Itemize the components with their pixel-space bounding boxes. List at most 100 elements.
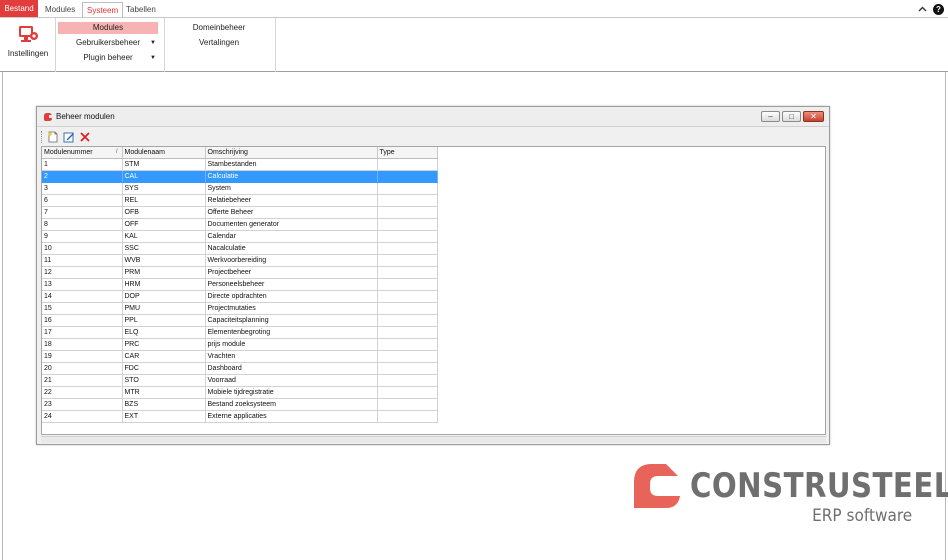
cell-type[interactable] xyxy=(377,158,438,172)
cell-modulenaam[interactable]: PPL xyxy=(122,314,206,328)
cell-modulenaam[interactable]: STM xyxy=(122,158,206,172)
cell-omschrijving[interactable]: Mobiele tijdregistratie xyxy=(205,386,378,400)
cell-modulenummer[interactable]: 15 xyxy=(42,302,123,316)
ribbon-item-plugin-beheer[interactable]: Plugin beheer ▼ xyxy=(58,52,158,64)
table-row[interactable]: 23 BZS Bestand zoeksysteem xyxy=(42,398,438,412)
help-icon[interactable]: ? xyxy=(933,3,944,15)
cell-modulenaam[interactable]: SSC xyxy=(122,242,206,256)
cell-modulenummer[interactable]: 16 xyxy=(42,314,123,328)
cell-modulenaam[interactable]: OFB xyxy=(122,206,206,220)
cell-modulenummer[interactable]: 11 xyxy=(42,254,123,268)
cell-omschrijving[interactable]: Stambestanden xyxy=(205,158,378,172)
settings-button[interactable]: Instellingen xyxy=(4,22,52,68)
edit-record-icon[interactable] xyxy=(63,131,75,143)
cell-modulenaam[interactable]: REL xyxy=(122,194,206,208)
cell-type[interactable] xyxy=(377,338,438,352)
cell-modulenaam[interactable]: CAR xyxy=(122,350,206,364)
cell-modulenummer[interactable]: 18 xyxy=(42,338,123,352)
cell-modulenummer[interactable]: 24 xyxy=(42,410,123,424)
table-row[interactable]: 15 PMU Projectmutaties xyxy=(42,302,438,316)
delete-record-icon[interactable] xyxy=(79,131,91,143)
cell-type[interactable] xyxy=(377,398,438,412)
table-row[interactable]: 22 MTR Mobiele tijdregistratie xyxy=(42,386,438,400)
table-row[interactable]: 19 CAR Vrachten xyxy=(42,350,438,364)
ribbon-item-modules[interactable]: Modules xyxy=(58,22,158,34)
cell-omschrijving[interactable]: Directe opdrachten xyxy=(205,290,378,304)
cell-modulenummer[interactable]: 9 xyxy=(42,230,123,244)
cell-modulenaam[interactable]: PRM xyxy=(122,266,206,280)
table-row[interactable]: 8 OFF Documenten generator xyxy=(42,218,438,232)
cell-type[interactable] xyxy=(377,266,438,280)
cell-type[interactable] xyxy=(377,254,438,268)
minimize-button[interactable]: – xyxy=(761,111,780,122)
column-header-type[interactable]: Type xyxy=(377,147,438,160)
cell-omschrijving[interactable]: Bestand zoeksysteem xyxy=(205,398,378,412)
cell-omschrijving[interactable]: Nacalculatie xyxy=(205,242,378,256)
cell-modulenummer[interactable]: 23 xyxy=(42,398,123,412)
table-row[interactable]: 17 ELQ Elementenbegroting xyxy=(42,326,438,340)
cell-omschrijving[interactable]: Elementenbegroting xyxy=(205,326,378,340)
cell-type[interactable] xyxy=(377,206,438,220)
cell-modulenummer[interactable]: 7 xyxy=(42,206,123,220)
cell-omschrijving[interactable]: Offerte Beheer xyxy=(205,206,378,220)
cell-modulenaam[interactable]: MTR xyxy=(122,386,206,400)
table-row[interactable]: 7 OFB Offerte Beheer xyxy=(42,206,438,220)
collapse-ribbon-icon[interactable] xyxy=(918,6,927,13)
table-row[interactable]: 9 KAL Calendar xyxy=(42,230,438,244)
cell-omschrijving[interactable]: Dashboard xyxy=(205,362,378,376)
cell-omschrijving[interactable]: Relatiebeheer xyxy=(205,194,378,208)
cell-modulenaam[interactable]: DOP xyxy=(122,290,206,304)
table-row[interactable]: 20 FDC Dashboard xyxy=(42,362,438,376)
cell-type[interactable] xyxy=(377,182,438,196)
table-row[interactable]: 16 PPL Capaciteitsplanning xyxy=(42,314,438,328)
cell-omschrijving[interactable]: Projectbeheer xyxy=(205,266,378,280)
column-header-omschrijving[interactable]: Omschrijving xyxy=(205,147,378,160)
cell-modulenummer[interactable]: 21 xyxy=(42,374,123,388)
table-row[interactable]: 6 REL Relatiebeheer xyxy=(42,194,438,208)
cell-omschrijving[interactable]: Documenten generator xyxy=(205,218,378,232)
cell-modulenaam[interactable]: KAL xyxy=(122,230,206,244)
tab-modules[interactable]: Modules xyxy=(41,2,79,18)
cell-modulenaam[interactable]: WVB xyxy=(122,254,206,268)
cell-type[interactable] xyxy=(377,290,438,304)
cell-type[interactable] xyxy=(377,170,438,184)
restore-button[interactable]: □ xyxy=(782,111,801,122)
table-row[interactable]: 14 DOP Directe opdrachten xyxy=(42,290,438,304)
cell-omschrijving[interactable]: Vrachten xyxy=(205,350,378,364)
ribbon-item-domeinbeheer[interactable]: Domeinbeheer xyxy=(169,22,269,34)
cell-omschrijving[interactable]: Externe applicaties xyxy=(205,410,378,424)
cell-type[interactable] xyxy=(377,314,438,328)
window-title-bar[interactable]: Beheer modulen – □ ✕ xyxy=(37,107,829,127)
cell-omschrijving[interactable]: Capaciteitsplanning xyxy=(205,314,378,328)
cell-modulenummer[interactable]: 14 xyxy=(42,290,123,304)
cell-modulenaam[interactable]: HRM xyxy=(122,278,206,292)
table-row[interactable]: 1 STM Stambestanden xyxy=(42,158,438,172)
table-row[interactable]: 18 PRC prijs module xyxy=(42,338,438,352)
column-header-modulenummer[interactable]: Modulenummer / xyxy=(42,147,123,160)
cell-modulenummer[interactable]: 17 xyxy=(42,326,123,340)
cell-type[interactable] xyxy=(377,302,438,316)
table-row[interactable]: 3 SYS System xyxy=(42,182,438,196)
cell-type[interactable] xyxy=(377,278,438,292)
cell-omschrijving[interactable]: Werkvoorbereiding xyxy=(205,254,378,268)
new-record-icon[interactable] xyxy=(47,131,59,143)
cell-modulenummer[interactable]: 20 xyxy=(42,362,123,376)
cell-type[interactable] xyxy=(377,194,438,208)
cell-modulenummer[interactable]: 1 xyxy=(42,158,123,172)
cell-modulenummer[interactable]: 10 xyxy=(42,242,123,256)
cell-modulenaam[interactable]: OFF xyxy=(122,218,206,232)
table-row[interactable]: 21 STO Voorraad xyxy=(42,374,438,388)
cell-modulenaam[interactable]: FDC xyxy=(122,362,206,376)
cell-omschrijving[interactable]: prijs module xyxy=(205,338,378,352)
cell-omschrijving[interactable]: System xyxy=(205,182,378,196)
ribbon-item-gebruikersbeheer[interactable]: Gebruikersbeheer ▼ xyxy=(58,37,158,49)
table-row[interactable]: 12 PRM Projectbeheer xyxy=(42,266,438,280)
cell-modulenummer[interactable]: 3 xyxy=(42,182,123,196)
cell-type[interactable] xyxy=(377,386,438,400)
cell-modulenaam[interactable]: ELQ xyxy=(122,326,206,340)
cell-modulenaam[interactable]: SYS xyxy=(122,182,206,196)
cell-modulenummer[interactable]: 22 xyxy=(42,386,123,400)
cell-modulenaam[interactable]: EXT xyxy=(122,410,206,424)
cell-modulenummer[interactable]: 8 xyxy=(42,218,123,232)
cell-type[interactable] xyxy=(377,326,438,340)
